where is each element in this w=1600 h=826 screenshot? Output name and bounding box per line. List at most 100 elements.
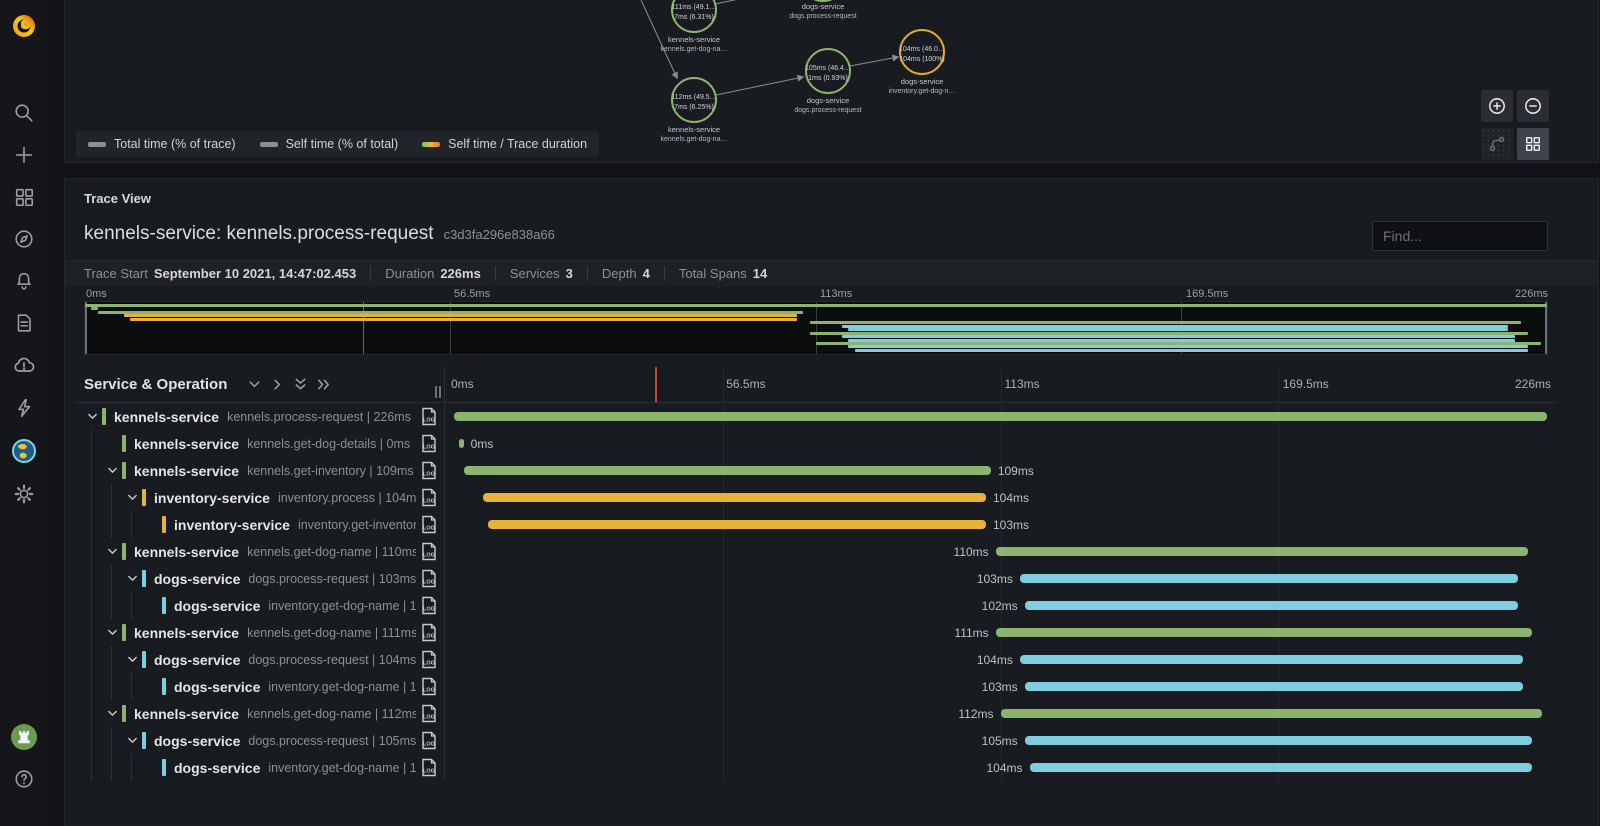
service-name: inventory-service: [174, 517, 290, 533]
settings-gear-icon[interactable]: [0, 478, 48, 510]
span-timeline-cell: 109ms: [444, 457, 1557, 484]
trace-view-panel: Trace View kennels-service: kennels.proc…: [64, 178, 1599, 826]
timeline-ruler: 0ms 56.5ms 113ms 169.5ms 226ms: [444, 367, 1557, 402]
service-color-bar: [162, 516, 166, 533]
table-row[interactable]: dogs-service inventory.get-dog-name | 10…: [76, 754, 1557, 781]
cloud-alert-icon[interactable]: [0, 349, 48, 381]
trace-minimap[interactable]: 0ms 56.5ms 113ms 169.5ms 226ms: [84, 288, 1548, 355]
log-icon[interactable]: LOG: [421, 461, 437, 484]
log-icon[interactable]: LOG: [421, 515, 437, 538]
table-row[interactable]: inventory-service inventory.process | 10…: [76, 484, 1557, 511]
expand-chevron-icon[interactable]: [82, 403, 102, 430]
zoom-in-button[interactable]: [1481, 90, 1513, 122]
log-icon[interactable]: LOG: [421, 542, 437, 565]
log-icon[interactable]: LOG: [421, 569, 437, 592]
search-icon[interactable]: [0, 97, 48, 129]
table-row[interactable]: dogs-service inventory.get-dog-name | 10…: [76, 673, 1557, 700]
expand-chevron-icon[interactable]: [102, 619, 122, 646]
span-bar[interactable]: [1020, 574, 1518, 583]
table-row[interactable]: kennels-service kennels.get-dog-details …: [76, 430, 1557, 457]
span-bar[interactable]: [1001, 709, 1543, 718]
indent-guides: [82, 457, 122, 484]
graph-node[interactable]: 112ms (49.5…7ms (6.25%)kennels-serviceke…: [661, 78, 728, 143]
indent-guides: [82, 592, 162, 619]
collapse-all-icon[interactable]: [291, 375, 310, 394]
expand-one-icon[interactable]: [268, 375, 287, 394]
log-icon[interactable]: LOG: [421, 677, 437, 700]
span-bar[interactable]: [1030, 763, 1533, 772]
user-avatar[interactable]: [0, 721, 48, 753]
layout-tree-button[interactable]: [1481, 128, 1513, 160]
zoom-out-button[interactable]: [1517, 90, 1549, 122]
log-icon[interactable]: LOG: [421, 596, 437, 619]
table-row[interactable]: kennels-service kennels.get-dog-name | 1…: [76, 538, 1557, 565]
explore-compass-icon[interactable]: [0, 223, 48, 255]
table-row[interactable]: inventory-service inventory.get-inventor…: [76, 511, 1557, 538]
table-row[interactable]: dogs-service dogs.process-request | 105m…: [76, 727, 1557, 754]
svg-text:LOG: LOG: [423, 769, 435, 775]
log-icon[interactable]: LOG: [421, 623, 437, 646]
layout-grid-button[interactable]: [1517, 128, 1549, 160]
admin-lightning-icon[interactable]: [0, 392, 48, 424]
docs-document-icon[interactable]: [0, 307, 48, 339]
table-row[interactable]: kennels-service kennels.get-inventory | …: [76, 457, 1557, 484]
column-resizer-handle[interactable]: [435, 386, 441, 398]
grafana-logo-icon[interactable]: [0, 10, 48, 42]
log-icon[interactable]: LOG: [421, 407, 437, 430]
table-row[interactable]: kennels-service kennels.process-request …: [76, 403, 1557, 430]
help-icon[interactable]: [0, 763, 48, 795]
log-icon[interactable]: LOG: [421, 434, 437, 457]
span-bar[interactable]: [1025, 736, 1533, 745]
graph-node[interactable]: 105ms (46.4…1ms (0.93%)dogs-servicedogs.…: [794, 49, 861, 114]
expand-chevron-icon[interactable]: [122, 727, 142, 754]
indent-guides: [82, 754, 162, 781]
span-name-cell: dogs-service inventory.get-dog-name | 10…: [76, 754, 444, 781]
span-bar[interactable]: [464, 466, 991, 475]
log-icon[interactable]: LOG: [421, 758, 437, 781]
alerting-bell-icon[interactable]: [0, 265, 48, 297]
svg-text:104ms (100%): 104ms (100%): [899, 56, 945, 63]
table-row[interactable]: dogs-service dogs.process-request | 104m…: [76, 646, 1557, 673]
collapse-one-icon[interactable]: [245, 375, 264, 394]
log-icon[interactable]: LOG: [421, 650, 437, 673]
span-bar[interactable]: [459, 439, 464, 448]
create-plus-icon[interactable]: [0, 139, 48, 171]
find-input[interactable]: [1372, 221, 1548, 251]
graph-node[interactable]: 104ms (46.0…104ms (100%)dogs-serviceinve…: [889, 30, 956, 95]
plugin-globe-icon[interactable]: [0, 435, 48, 467]
expand-all-icon[interactable]: [314, 375, 333, 394]
span-duration-label: 109ms: [998, 464, 1034, 478]
minimap-graph[interactable]: [84, 301, 1548, 355]
expand-chevron-icon[interactable]: [122, 484, 142, 511]
indent-guides: [82, 565, 142, 592]
meta-total-spans: Total Spans 14: [664, 266, 781, 281]
expand-chevron-icon[interactable]: [102, 538, 122, 565]
log-icon[interactable]: LOG: [421, 488, 437, 511]
expand-chevron-icon[interactable]: [122, 565, 142, 592]
table-row[interactable]: kennels-service kennels.get-dog-name | 1…: [76, 700, 1557, 727]
expand-chevron-icon[interactable]: [102, 457, 122, 484]
span-timeline-cell: 110ms: [444, 538, 1557, 565]
table-row[interactable]: dogs-service dogs.process-request | 103m…: [76, 565, 1557, 592]
table-row[interactable]: dogs-service inventory.get-dog-name | 10…: [76, 592, 1557, 619]
log-icon[interactable]: LOG: [421, 731, 437, 754]
span-bar[interactable]: [996, 628, 1533, 637]
graph-node[interactable]: 111ms (49.1…7ms (6.31%)kennels-serviceke…: [661, 0, 728, 53]
span-bar[interactable]: [1025, 601, 1518, 610]
span-bar[interactable]: [1020, 655, 1523, 664]
span-bar[interactable]: [996, 547, 1528, 556]
span-bar[interactable]: [483, 493, 986, 502]
legend-swatch: [422, 142, 440, 147]
dashboards-icon[interactable]: [0, 181, 48, 213]
span-bar[interactable]: [454, 412, 1547, 421]
span-name-cell: dogs-service dogs.process-request | 104m…: [76, 646, 444, 673]
svg-text:LOG: LOG: [423, 445, 435, 451]
expand-chevron-icon[interactable]: [122, 646, 142, 673]
table-row[interactable]: kennels-service kennels.get-dog-name | 1…: [76, 619, 1557, 646]
span-bar[interactable]: [1025, 682, 1523, 691]
span-name-cell: dogs-service inventory.get-dog-name | 10…: [76, 673, 444, 700]
expand-chevron-icon[interactable]: [102, 700, 122, 727]
span-timeline-cell: 111ms: [444, 619, 1557, 646]
log-icon[interactable]: LOG: [421, 704, 437, 727]
span-bar[interactable]: [488, 520, 986, 529]
